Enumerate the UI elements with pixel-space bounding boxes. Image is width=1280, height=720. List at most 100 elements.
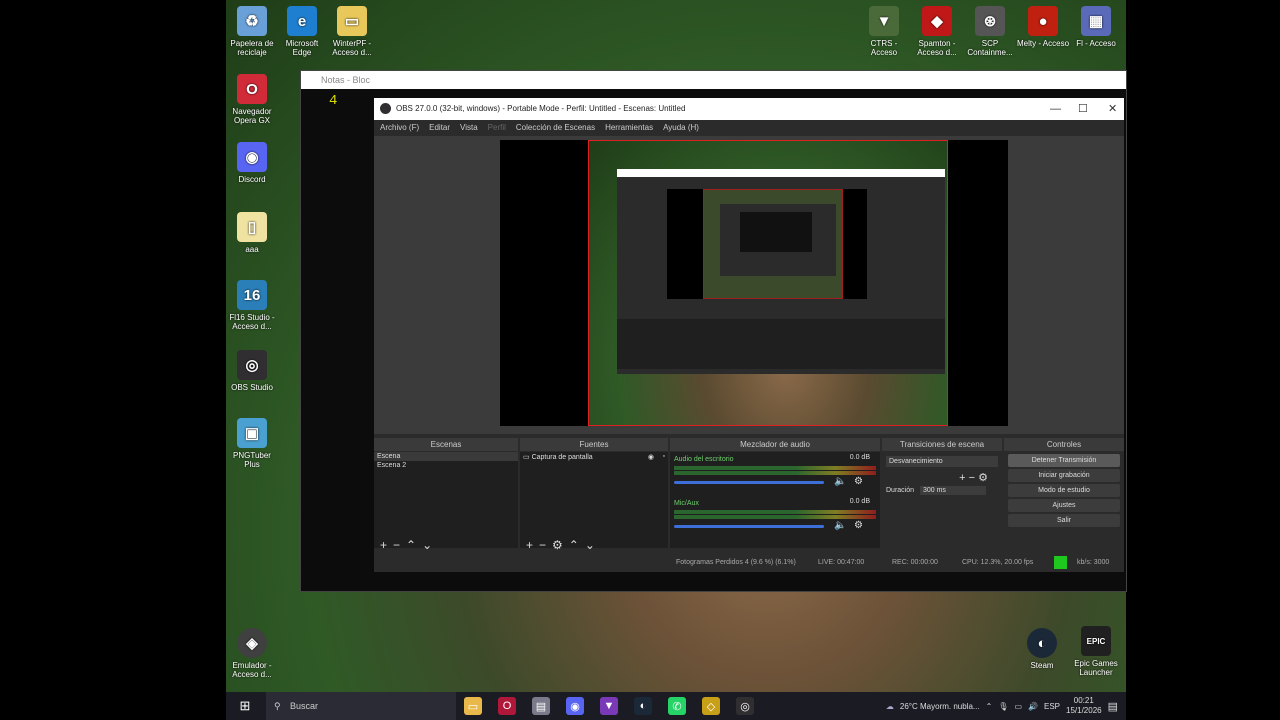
menu-coleccion[interactable]: Colección de Escenas (516, 120, 595, 136)
sources-toolbar: + − ⚙ ⌃ ⌄ (520, 538, 595, 552)
desktop-icon[interactable]: ▯ aaa (226, 212, 278, 254)
desktop-icon-steam[interactable]: ◐ Steam (1016, 628, 1068, 670)
gear-icon[interactable]: ⚙ (978, 472, 988, 484)
desktop-icon[interactable]: ⊛ SCP Containme... (964, 6, 1016, 57)
desktop-icon[interactable]: O Navegador Opera GX (226, 74, 278, 125)
weather-text[interactable]: 26°C Mayorm. nubla... (900, 702, 980, 711)
speaker-icon[interactable]: 🔈 (834, 476, 846, 487)
remove-transition-button[interactable]: − (969, 472, 975, 484)
screen-capture-source[interactable] (588, 140, 948, 426)
opera-gx-icon[interactable]: O (498, 697, 516, 715)
desktop-icon[interactable]: ◉ Discord (226, 142, 278, 184)
scene-item-selected[interactable]: Escena (374, 452, 518, 461)
whatsapp-icon[interactable]: ✆ (668, 697, 686, 715)
gear-icon[interactable]: ⚙ (854, 520, 863, 531)
scene-item[interactable]: Escena 2 (374, 461, 518, 470)
source-down-button[interactable]: ⌄ (585, 538, 595, 552)
source-item[interactable]: ▭ Captura de pantalla ◉ ▫ (520, 452, 668, 462)
minimize-icon[interactable]: — (1050, 98, 1061, 120)
speaker-icon[interactable]: 🔈 (834, 520, 846, 531)
remove-scene-button[interactable]: − (393, 538, 400, 552)
menu-perfil[interactable]: Perfil (488, 120, 506, 136)
menu-herramientas[interactable]: Herramientas (605, 120, 653, 136)
desktop-icon[interactable]: ▭ WinterPF - Acceso d... (326, 6, 378, 57)
epic-games-icon: EPIC (1081, 626, 1111, 656)
mixer-track: Audio del escritorio 0.0 dB 🔈 ⚙ (674, 454, 876, 498)
eye-icon[interactable]: ◉ (648, 453, 654, 461)
desktop-icon-label: OBS Studio (231, 383, 273, 392)
obs-icon[interactable]: ◎ (736, 697, 754, 715)
remove-source-button[interactable]: − (539, 538, 546, 552)
obs-window[interactable]: OBS 27.0.0 (32-bit, windows) - Portable … (374, 98, 1124, 572)
notes-icon[interactable]: ▤ (532, 697, 550, 715)
volume-slider[interactable] (674, 481, 824, 484)
melty-icon: ● (1028, 6, 1058, 36)
spamton-icon: ◆ (922, 6, 952, 36)
menu-vista[interactable]: Vista (460, 120, 478, 136)
volume-icon[interactable]: 🔊 (1028, 702, 1038, 711)
gear-icon[interactable]: ⚙ (552, 538, 563, 552)
app-icon[interactable]: ▼ (600, 697, 618, 715)
volume-meter (674, 471, 876, 475)
add-transition-button[interactable]: + (959, 472, 965, 484)
obs-logo-icon (380, 103, 391, 114)
desktop-icon-epic-games[interactable]: EPIC Epic Games Launcher (1070, 626, 1122, 677)
chevron-up-icon[interactable]: ⌃ (986, 702, 993, 711)
duration-label: Duración (886, 487, 915, 494)
menu-ayuda[interactable]: Ayuda (H) (663, 120, 699, 136)
duration-input[interactable]: 300 ms (919, 486, 986, 495)
taskbar-search[interactable]: ⚲ Buscar (266, 692, 456, 720)
desktop-icon[interactable]: ◆ Spamton - Acceso d... (911, 6, 963, 57)
studio-mode-button[interactable]: Modo de estudio (1008, 484, 1120, 497)
gear-icon[interactable]: ⚙ (854, 476, 863, 487)
exit-button[interactable]: Salir (1008, 514, 1120, 527)
transition-select[interactable]: Desvanecimiento (886, 456, 998, 467)
file-icon: ▯ (237, 212, 267, 242)
stop-streaming-button[interactable]: Detener Transmisión (1008, 454, 1120, 467)
controls-header-label: Controles (1046, 440, 1082, 449)
scenes-header-label: Escenas (430, 440, 462, 449)
settings-button[interactable]: Ajustes (1008, 499, 1120, 512)
menu-editar[interactable]: Editar (429, 120, 450, 136)
pngtuber-icon: ▣ (237, 418, 267, 448)
start-recording-button[interactable]: Iniciar grabación (1008, 469, 1120, 482)
add-scene-button[interactable]: + (380, 538, 387, 552)
network-icon[interactable]: ▭ (1014, 702, 1022, 711)
desktop-icon[interactable]: ♻ Papelera de reciclaje (226, 6, 278, 57)
desktop-icon[interactable]: ▣ PNGTuber Plus (226, 418, 278, 469)
scene-down-button[interactable]: ⌄ (422, 538, 432, 552)
desktop-icon-label: SCP Containme... (967, 39, 1013, 57)
desktop-icon[interactable]: ● Melty - Acceso (1017, 6, 1069, 48)
clock[interactable]: 00:21 15/1/2026 (1066, 696, 1102, 716)
unity-icon[interactable]: ◇ (702, 697, 720, 715)
volume-slider[interactable] (674, 525, 824, 528)
menu-archivo[interactable]: Archivo (F) (380, 120, 419, 136)
track-db: 0.0 dB (849, 454, 870, 461)
file-explorer-icon[interactable]: ▭ (464, 697, 482, 715)
source-up-button[interactable]: ⌃ (569, 538, 579, 552)
desktop-icon[interactable]: ▦ Fl - Acceso (1070, 6, 1122, 48)
lock-icon[interactable]: ▫ (663, 453, 665, 460)
steam-icon[interactable]: ◐ (634, 697, 652, 715)
notification-icon[interactable]: ▤ (1108, 700, 1118, 713)
obs-preview[interactable] (374, 136, 1124, 434)
desktop-icon[interactable]: 16 Fl16 Studio - Acceso d... (226, 280, 278, 331)
nested-obs-window-2 (720, 204, 836, 276)
scenes-panel: Escena Escena 2 (374, 452, 518, 548)
weather-icon[interactable]: ☁ (886, 702, 894, 711)
desktop-icon[interactable]: ▼ CTRS - Acceso (858, 6, 910, 57)
dropped-frames: Fotogramas Perdidos 4 (9.6 %) (6.1%) (676, 559, 796, 566)
discord-icon[interactable]: ◉ (566, 697, 584, 715)
desktop-icon[interactable]: ◎ OBS Studio (226, 350, 278, 392)
microphone-icon[interactable]: 🎙 (998, 702, 1008, 711)
desktop-icon-emulator[interactable]: ◈ Emulador - Acceso d... (226, 628, 278, 679)
emulator-icon: ◈ (237, 628, 267, 658)
maximize-icon[interactable]: ☐ (1078, 98, 1088, 120)
desktop-icon[interactable]: e Microsoft Edge (276, 6, 328, 57)
windows-start-icon[interactable]: ⊞ (236, 697, 254, 715)
close-icon[interactable]: ✕ (1108, 98, 1117, 120)
preview-canvas (500, 140, 1008, 426)
add-source-button[interactable]: + (526, 538, 533, 552)
language-indicator[interactable]: ESP (1044, 702, 1060, 711)
scene-up-button[interactable]: ⌃ (406, 538, 416, 552)
